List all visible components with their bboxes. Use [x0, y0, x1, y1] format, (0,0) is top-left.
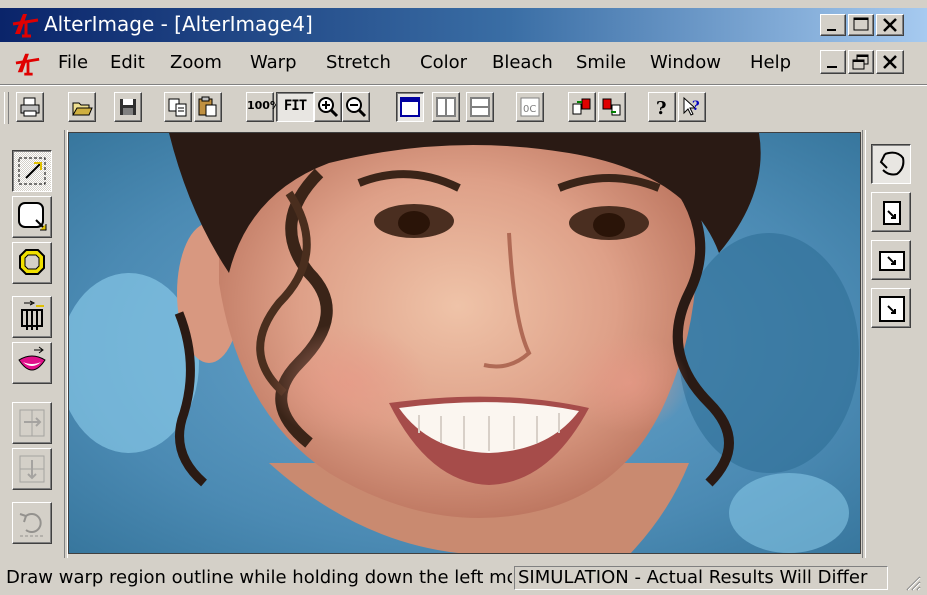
zoom-out-button[interactable] — [342, 92, 370, 122]
minimize-icon — [827, 66, 837, 68]
menu-stretch[interactable]: Stretch — [326, 52, 391, 74]
menu-color[interactable]: Color — [420, 52, 467, 74]
smile-tool[interactable] — [12, 342, 52, 384]
menu-help[interactable]: Help — [750, 52, 791, 74]
menu-edit[interactable]: Edit — [110, 52, 145, 74]
copy-icon — [168, 98, 187, 117]
resize-grip-icon[interactable] — [903, 573, 921, 591]
menu-zoom[interactable]: Zoom — [170, 52, 222, 74]
close-icon — [883, 55, 897, 69]
menu-bleach[interactable]: Bleach — [492, 52, 553, 74]
window-title: AlterImage - [AlterImage4] — [44, 12, 313, 36]
swap-button[interactable] — [598, 92, 626, 122]
close-button[interactable] — [876, 14, 904, 36]
warp-region-tool-icon — [18, 157, 46, 185]
split-horizontal-icon — [470, 97, 490, 117]
left-tool-palette — [0, 136, 66, 556]
simulation-notice: SIMULATION - Actual Results Will Differ — [514, 566, 888, 590]
status-message: Draw warp region outline while holding d… — [6, 567, 512, 588]
paste-button[interactable] — [194, 92, 222, 122]
flip-vertical-button[interactable] — [12, 448, 52, 490]
toolbar-separator — [0, 84, 927, 86]
right-tool-palette — [863, 136, 927, 556]
flip-horizontal-button[interactable] — [12, 402, 52, 444]
alterimage-logo-icon[interactable] — [12, 10, 40, 38]
warp-region-tool[interactable] — [12, 150, 52, 192]
zoom-in-button[interactable] — [314, 92, 342, 122]
open-icon — [72, 102, 93, 116]
lasso-tool-icon — [879, 151, 905, 176]
single-view-icon — [400, 97, 420, 117]
menu-file[interactable]: File — [58, 52, 88, 74]
document-logo-icon[interactable] — [14, 50, 42, 76]
before-after-icon — [572, 98, 591, 115]
split-horizontal-button[interactable] — [466, 92, 494, 122]
maximize-button[interactable] — [848, 14, 874, 36]
zoom-fit-button[interactable]: FIT — [276, 92, 314, 122]
app-window: AlterImage - [AlterImage4] File Edit Zoo… — [0, 0, 927, 595]
arrow-size-medium-icon — [879, 251, 905, 271]
svg-text:0C: 0C — [523, 104, 536, 115]
menu-warp[interactable]: Warp — [250, 52, 297, 74]
image-canvas[interactable] — [68, 132, 861, 554]
round-region-tool[interactable] — [12, 242, 52, 284]
close-icon — [883, 18, 897, 32]
split-vertical-icon — [436, 97, 456, 117]
print-button[interactable] — [16, 92, 44, 122]
smile-tool-icon — [18, 346, 46, 371]
arrow-size-large-button[interactable] — [871, 288, 911, 328]
zoom-in-icon — [318, 97, 339, 118]
context-help-icon: ? — [683, 96, 700, 116]
print-icon — [20, 97, 40, 117]
doc-close-button[interactable] — [876, 50, 904, 74]
save-icon — [120, 99, 136, 115]
help-icon: ? — [656, 98, 667, 118]
help-button[interactable]: ? — [648, 92, 676, 122]
undo-button[interactable] — [12, 502, 52, 544]
paste-icon — [198, 96, 217, 117]
minimize-icon — [827, 29, 836, 31]
arrow-size-small-button[interactable] — [871, 192, 911, 232]
arrow-size-small-icon — [883, 201, 901, 225]
swap-icon — [602, 98, 621, 116]
arrow-size-large-icon — [879, 296, 905, 322]
svg-text:?: ? — [656, 98, 667, 118]
shrink-region-tool-icon — [18, 202, 47, 231]
menu-smile[interactable]: Smile — [576, 52, 626, 74]
round-region-tool-icon — [19, 249, 45, 275]
shrink-region-tool[interactable] — [12, 196, 52, 238]
doc-minimize-button[interactable] — [820, 50, 846, 74]
restore-icon — [852, 54, 869, 70]
compare-button[interactable]: 0C — [516, 92, 544, 122]
compare-icon: 0C — [520, 97, 540, 117]
doc-restore-button[interactable] — [848, 50, 874, 74]
zoom-100-button[interactable]: 100% — [246, 92, 281, 122]
context-help-button[interactable]: ? — [678, 92, 706, 122]
arrow-size-medium-button[interactable] — [871, 240, 911, 280]
stretch-height-tool[interactable] — [12, 296, 52, 338]
undo-icon — [19, 513, 44, 537]
split-vertical-button[interactable] — [432, 92, 460, 122]
open-button[interactable] — [68, 92, 96, 122]
main-toolbar: 100% FIT 0C ? ? — [0, 88, 927, 128]
minimize-button[interactable] — [820, 14, 846, 36]
maximize-icon — [853, 17, 869, 31]
menu-bar: File Edit Zoom Warp Stretch Color Bleach… — [0, 44, 927, 82]
menu-window[interactable]: Window — [650, 52, 721, 74]
toolbar-grip[interactable] — [4, 92, 9, 124]
single-view-button[interactable] — [396, 92, 424, 122]
portrait-photo — [69, 133, 860, 553]
save-button[interactable] — [114, 92, 142, 122]
before-after-button[interactable] — [568, 92, 596, 122]
lasso-tool[interactable] — [871, 144, 911, 184]
zoom-out-icon — [346, 97, 367, 118]
copy-button[interactable] — [164, 92, 192, 122]
status-bar: Draw warp region outline while holding d… — [0, 562, 927, 595]
stretch-height-tool-icon — [21, 300, 44, 330]
flip-vertical-icon — [19, 455, 45, 483]
svg-text:?: ? — [692, 99, 700, 114]
title-bar[interactable]: AlterImage - [AlterImage4] — [0, 8, 927, 42]
flip-horizontal-icon — [19, 409, 45, 437]
